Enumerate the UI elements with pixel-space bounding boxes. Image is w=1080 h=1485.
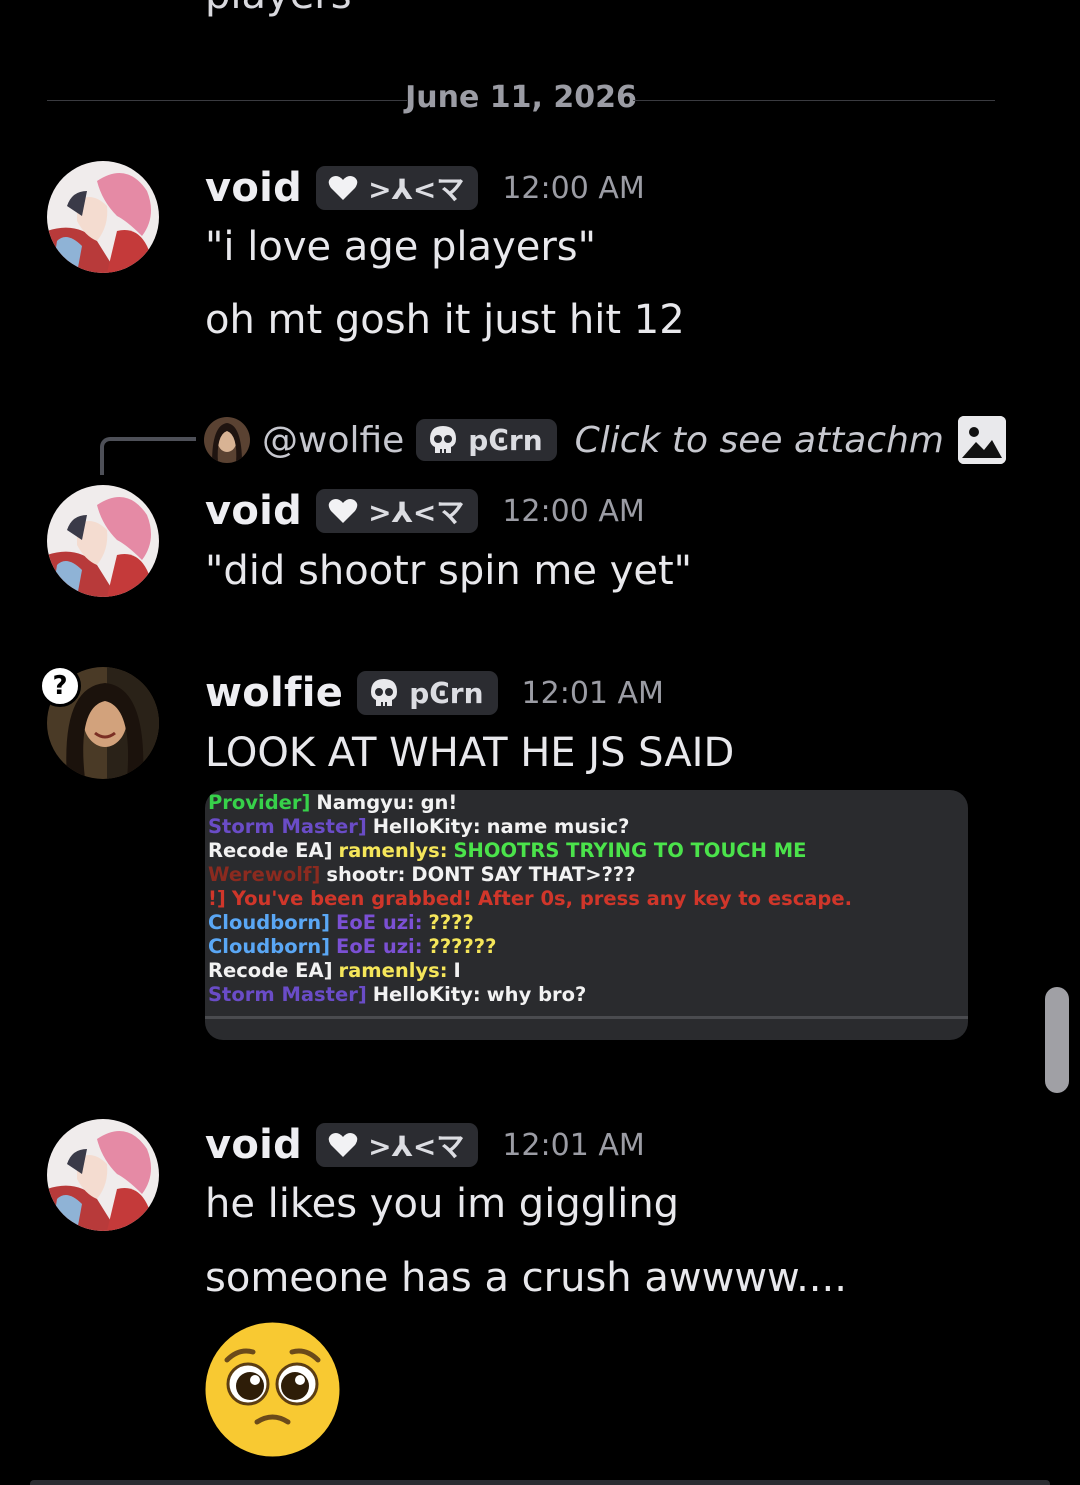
attachment-chat-line: !] You've been grabbed! After 0s, press an… bbox=[208, 887, 852, 911]
chat-line-prefix: Storm Master] bbox=[208, 815, 367, 838]
attachment-chat-line: Storm Master] HelloKity: name music? bbox=[208, 815, 629, 839]
message-header: wolfie pϾrn 12:01 AM bbox=[205, 668, 664, 718]
image-attachment[interactable]: Provider] Namgyu: gn! Storm Master] HelloKit… bbox=[205, 790, 968, 1040]
image-icon bbox=[957, 416, 1006, 464]
chat-line-prefix: Recode EA] bbox=[208, 839, 333, 862]
attachment-chat-line: Storm Master] HelloKity: why bro? bbox=[208, 983, 586, 1007]
chat-line-prefix: Cloudborn] bbox=[208, 935, 330, 958]
chat-line-name: shootr: bbox=[326, 863, 406, 886]
message-text: "i love age players" bbox=[205, 224, 597, 270]
chat-line-name: HelloKity: bbox=[372, 815, 481, 838]
chat-line-prefix: Cloudborn] bbox=[208, 911, 330, 934]
reply-preview-text: Click to see attachm bbox=[574, 419, 944, 461]
pleading-face-icon[interactable] bbox=[205, 1322, 340, 1457]
chat-line-name: HelloKity: bbox=[372, 983, 481, 1006]
heart-icon bbox=[328, 1133, 358, 1157]
reply-author[interactable]: @wolfie bbox=[262, 420, 404, 461]
avatar-void[interactable] bbox=[47, 485, 159, 597]
message-header: void >⅄<マ 12:01 AM bbox=[205, 1120, 645, 1170]
reply-connector bbox=[100, 437, 196, 475]
user-tag[interactable]: >⅄<マ bbox=[316, 166, 479, 210]
attachment-chat-line: Cloudborn] EoE uzi:?????? bbox=[208, 935, 496, 959]
chat-line-text: After 0s, press any key to escape. bbox=[477, 887, 852, 910]
chat-line-name: ramenlys: bbox=[338, 959, 448, 982]
chat-line-prefix: Recode EA] bbox=[208, 959, 333, 982]
chat-line-prefix: Storm Master] bbox=[208, 983, 367, 1006]
timestamp: 12:01 AM bbox=[502, 1127, 645, 1163]
attachment-chat-line: Provider] Namgyu: gn! bbox=[208, 791, 457, 815]
user-tag-label: >⅄<マ bbox=[368, 496, 465, 529]
chat-line-text: gn! bbox=[420, 791, 458, 814]
message-text: "did shootr spin me yet" bbox=[205, 548, 693, 594]
reply-avatar bbox=[204, 417, 250, 463]
timestamp: 12:00 AM bbox=[502, 170, 645, 206]
avatar-void[interactable] bbox=[47, 1119, 159, 1231]
chat-line-name: You've been grabbed! bbox=[231, 887, 472, 910]
reply-user-tag-label: pϾrn bbox=[468, 423, 543, 457]
author-name[interactable]: void bbox=[205, 165, 302, 211]
attachment-chat-line: Werewolf] shootr: DONT SAY THAT>??? bbox=[208, 863, 636, 887]
scrollbar-thumb[interactable] bbox=[1045, 987, 1069, 1093]
skull-icon bbox=[371, 679, 398, 706]
chat-line-text: DONT SAY THAT>??? bbox=[411, 863, 636, 886]
date-label: June 11, 2026 bbox=[405, 80, 637, 115]
author-name[interactable]: void bbox=[205, 488, 302, 534]
heart-icon bbox=[328, 499, 358, 523]
composer-edge bbox=[30, 1480, 1050, 1485]
user-tag[interactable]: >⅄<マ bbox=[316, 1123, 479, 1167]
user-tag-label: pϾrn bbox=[409, 676, 484, 710]
skull-icon bbox=[430, 426, 457, 453]
date-divider: June 11, 2026 bbox=[47, 80, 995, 122]
message-text: oh mt gosh it just hit 12 bbox=[205, 297, 685, 343]
message-header: void >⅄<マ 12:00 AM bbox=[205, 486, 645, 536]
chat-line-text: I bbox=[453, 959, 461, 982]
message-text: someone has a crush awwww.... bbox=[205, 1255, 847, 1301]
chat-line-prefix: Provider] bbox=[208, 791, 311, 814]
user-tag[interactable]: pϾrn bbox=[357, 671, 498, 715]
author-name[interactable]: void bbox=[205, 1122, 302, 1168]
avatar-void[interactable] bbox=[47, 161, 159, 273]
user-tag-label: >⅄<マ bbox=[368, 1130, 465, 1163]
divider-line-right bbox=[633, 100, 995, 101]
user-tag-label: >⅄<マ bbox=[368, 173, 465, 206]
attachment-divider bbox=[205, 1016, 968, 1019]
attachment-chat-line: Recode EA] ramenlys: I bbox=[208, 959, 461, 983]
message-header: void >⅄<マ 12:00 AM bbox=[205, 163, 645, 213]
chat-line-text: ?????? bbox=[428, 935, 497, 958]
timestamp: 12:01 AM bbox=[521, 675, 664, 711]
attachment-chat-line: Recode EA] ramenlys: SHOOTRS TRYING TO TOU… bbox=[208, 839, 806, 863]
chat-line-prefix: Werewolf] bbox=[208, 863, 321, 886]
attachment-chat-line: Cloudborn] EoE uzi:???? bbox=[208, 911, 474, 935]
chat-line-name: ramenlys: bbox=[338, 839, 448, 862]
chat-line-text: SHOOTRS TRYING TO TOUCH ME bbox=[453, 839, 807, 862]
timestamp: 12:00 AM bbox=[502, 493, 645, 529]
chat-line-name: Namgyu: bbox=[316, 791, 415, 814]
author-name[interactable]: wolfie bbox=[205, 670, 343, 716]
chat-line-text: ???? bbox=[428, 911, 474, 934]
reply-preview-bar[interactable]: @wolfie pϾrn Click to see attachm bbox=[204, 416, 1006, 464]
message-text: he likes you im giggling bbox=[205, 1181, 680, 1227]
previous-message-text: players bbox=[205, 0, 352, 18]
message-text: LOOK AT WHAT HE JS SAID bbox=[205, 730, 735, 776]
heart-icon bbox=[328, 176, 358, 200]
chat-line-prefix: !] bbox=[208, 887, 226, 910]
reply-user-tag: pϾrn bbox=[416, 419, 557, 461]
chat-line-name: EoE uzi: bbox=[336, 935, 423, 958]
question-badge[interactable]: ? bbox=[39, 665, 81, 707]
chat-line-text: name music? bbox=[486, 815, 630, 838]
user-tag[interactable]: >⅄<マ bbox=[316, 489, 479, 533]
chat-line-text: why bro? bbox=[486, 983, 587, 1006]
chat-line-name: EoE uzi: bbox=[336, 911, 423, 934]
